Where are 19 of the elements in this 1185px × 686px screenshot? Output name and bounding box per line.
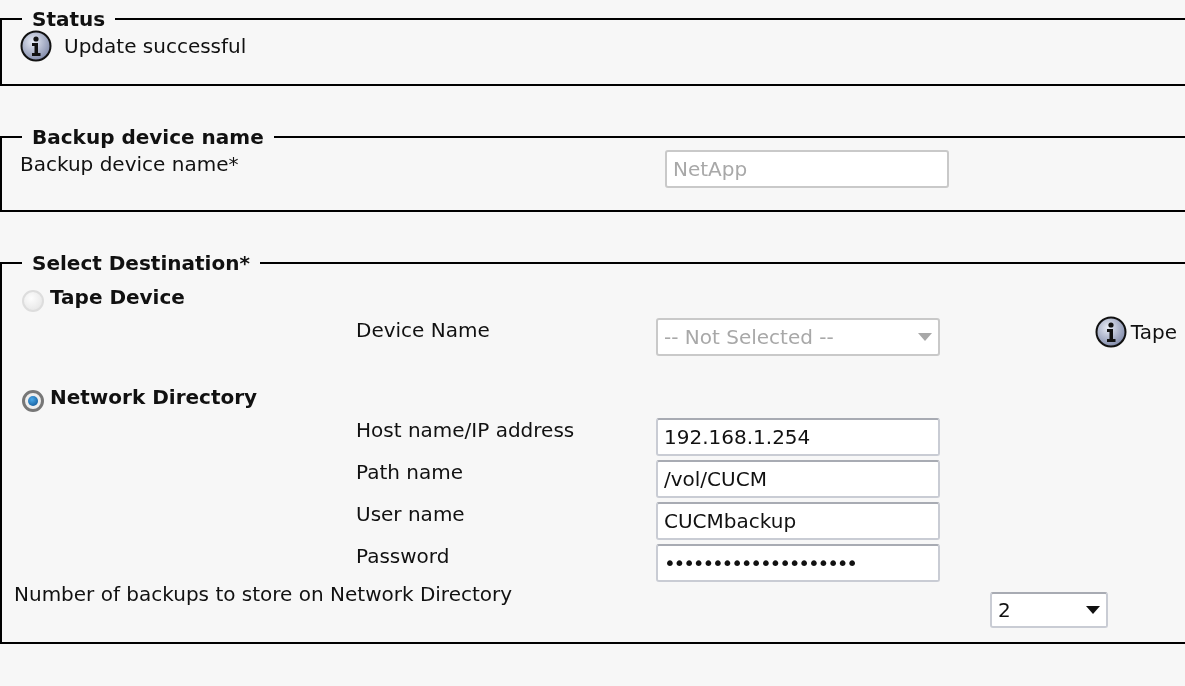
field-label: Device Name (356, 318, 491, 342)
field-label: Backup device name* (20, 151, 239, 176)
field-label: Password (356, 544, 451, 568)
section-title: Backup device name (31, 126, 265, 148)
radio-label: Tape Device (50, 286, 185, 308)
section-title: Status (31, 8, 107, 30)
section-title: Select Destination* (31, 252, 251, 274)
text-field[interactable]: 192.168.1.254 (656, 418, 940, 456)
status-message: Update successful (64, 34, 247, 58)
text-field[interactable]: /vol/CUCM (656, 460, 940, 498)
field-label: Number of backups to store on Network Directory (14, 582, 513, 606)
radio-label: Network Directory (50, 386, 258, 408)
field-label: Host name/IP address (356, 418, 576, 442)
dropdown[interactable]: 2 (990, 592, 1108, 628)
field-label: Path name (356, 460, 464, 484)
field-label: User name (356, 502, 466, 526)
password-field[interactable]: •••••••••••••••••••• (656, 544, 940, 582)
text-field[interactable]: CUCMbackup (656, 502, 940, 540)
info-text: Tape (1130, 320, 1177, 344)
